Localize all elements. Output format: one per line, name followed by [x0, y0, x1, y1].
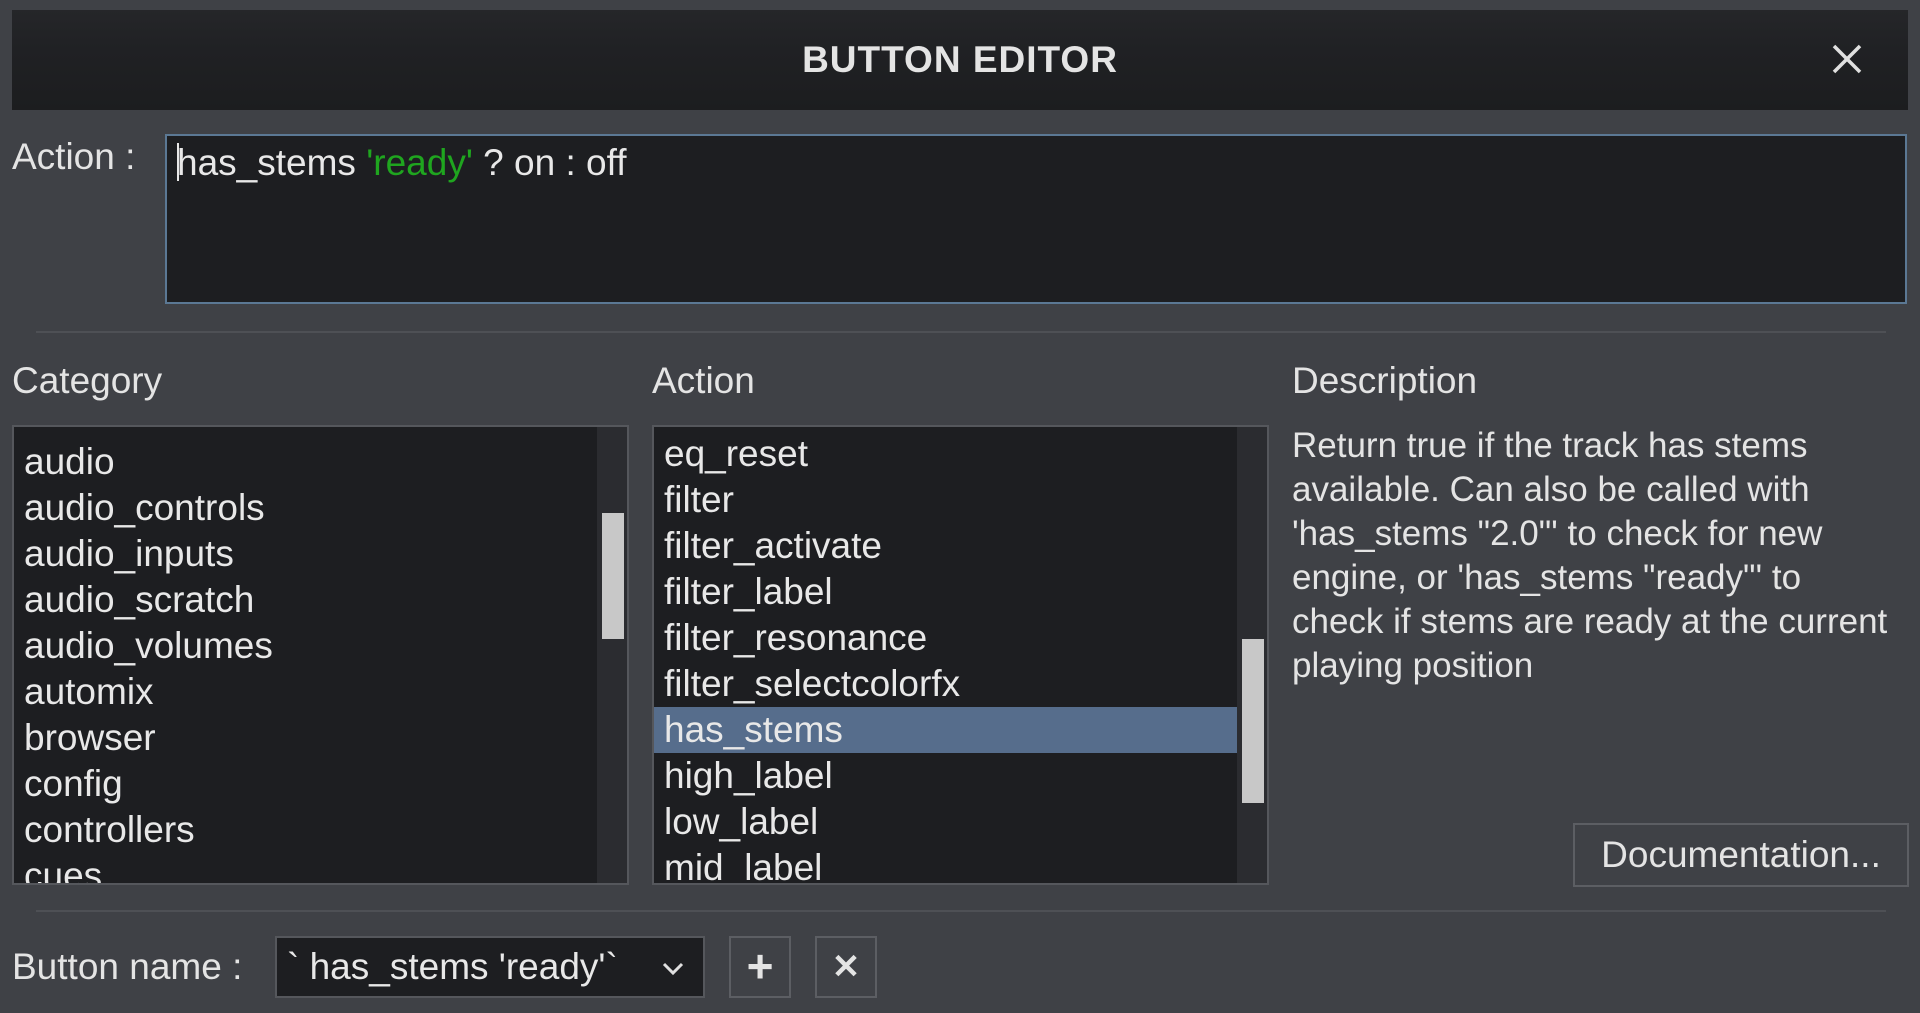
close-icon[interactable] — [1830, 42, 1864, 76]
button-name-value: ` has_stems 'ready'` — [287, 946, 618, 987]
category-scrollbar-thumb[interactable] — [602, 513, 624, 639]
category-scrollbar[interactable] — [597, 427, 627, 883]
action-item-eq-reset[interactable]: eq_reset — [654, 431, 1237, 477]
code-keyword: has_stems — [177, 142, 367, 183]
title-bar: BUTTON EDITOR — [12, 10, 1908, 110]
action-item-high-label[interactable]: high_label — [654, 753, 1237, 799]
category-item-config[interactable]: config — [14, 761, 597, 807]
action-item-filter-label[interactable]: filter_label — [654, 569, 1237, 615]
action-item-filter-selectcolorfx[interactable]: filter_selectcolorfx — [654, 661, 1237, 707]
divider-top — [36, 331, 1886, 333]
divider-bottom — [36, 910, 1886, 912]
button-name-dropdown[interactable]: ` has_stems 'ready'` — [275, 936, 705, 998]
code-string: 'ready' — [366, 142, 473, 183]
category-list[interactable]: audio audio_controls audio_inputs audio_… — [12, 425, 629, 885]
category-item-audio-inputs[interactable]: audio_inputs — [14, 531, 597, 577]
dialog-title: BUTTON EDITOR — [802, 39, 1118, 80]
category-item-audio[interactable]: audio — [14, 439, 597, 485]
action-item-low-label[interactable]: low_label — [654, 799, 1237, 845]
category-item-automix[interactable]: automix — [14, 669, 597, 715]
action-list-items: eq_reset filter filter_activate filter_l… — [654, 427, 1237, 883]
code-rest: ? on : off — [472, 142, 627, 183]
action-item-has-stems[interactable]: has_stems — [654, 707, 1237, 753]
category-item-audio-volumes[interactable]: audio_volumes — [14, 623, 597, 669]
action-list[interactable]: eq_reset filter filter_activate filter_l… — [652, 425, 1269, 885]
action-code-editor[interactable]: has_stems 'ready' ? on : off — [165, 134, 1907, 304]
category-item-cues[interactable]: cues — [14, 853, 597, 883]
category-header: Category — [12, 360, 163, 401]
action-item-filter-resonance[interactable]: filter_resonance — [654, 615, 1237, 661]
documentation-button[interactable]: Documentation... — [1573, 823, 1909, 887]
chevron-down-icon — [662, 962, 684, 976]
button-editor-dialog: BUTTON EDITOR Action : has_stems 'ready'… — [0, 0, 1920, 1013]
category-item-audio-controls[interactable]: audio_controls — [14, 485, 597, 531]
category-item-audio-scratch[interactable]: audio_scratch — [14, 577, 597, 623]
action-item-filter[interactable]: filter — [654, 477, 1237, 523]
action-scrollbar[interactable] — [1237, 427, 1267, 883]
button-name-label: Button name : — [12, 946, 243, 987]
action-item-mid-label[interactable]: mid_label — [654, 845, 1237, 883]
action-header: Action — [652, 360, 755, 401]
remove-button[interactable]: ✕ — [815, 936, 877, 998]
category-list-items: audio audio_controls audio_inputs audio_… — [14, 427, 597, 883]
add-button[interactable]: + — [729, 936, 791, 998]
action-field-label: Action : — [12, 136, 136, 177]
description-text: Return true if the track has stems avail… — [1292, 426, 1888, 685]
action-scrollbar-thumb[interactable] — [1242, 639, 1264, 803]
category-item-controllers[interactable]: controllers — [14, 807, 597, 853]
action-item-filter-activate[interactable]: filter_activate — [654, 523, 1237, 569]
category-item-browser[interactable]: browser — [14, 715, 597, 761]
description-header: Description — [1292, 360, 1478, 401]
